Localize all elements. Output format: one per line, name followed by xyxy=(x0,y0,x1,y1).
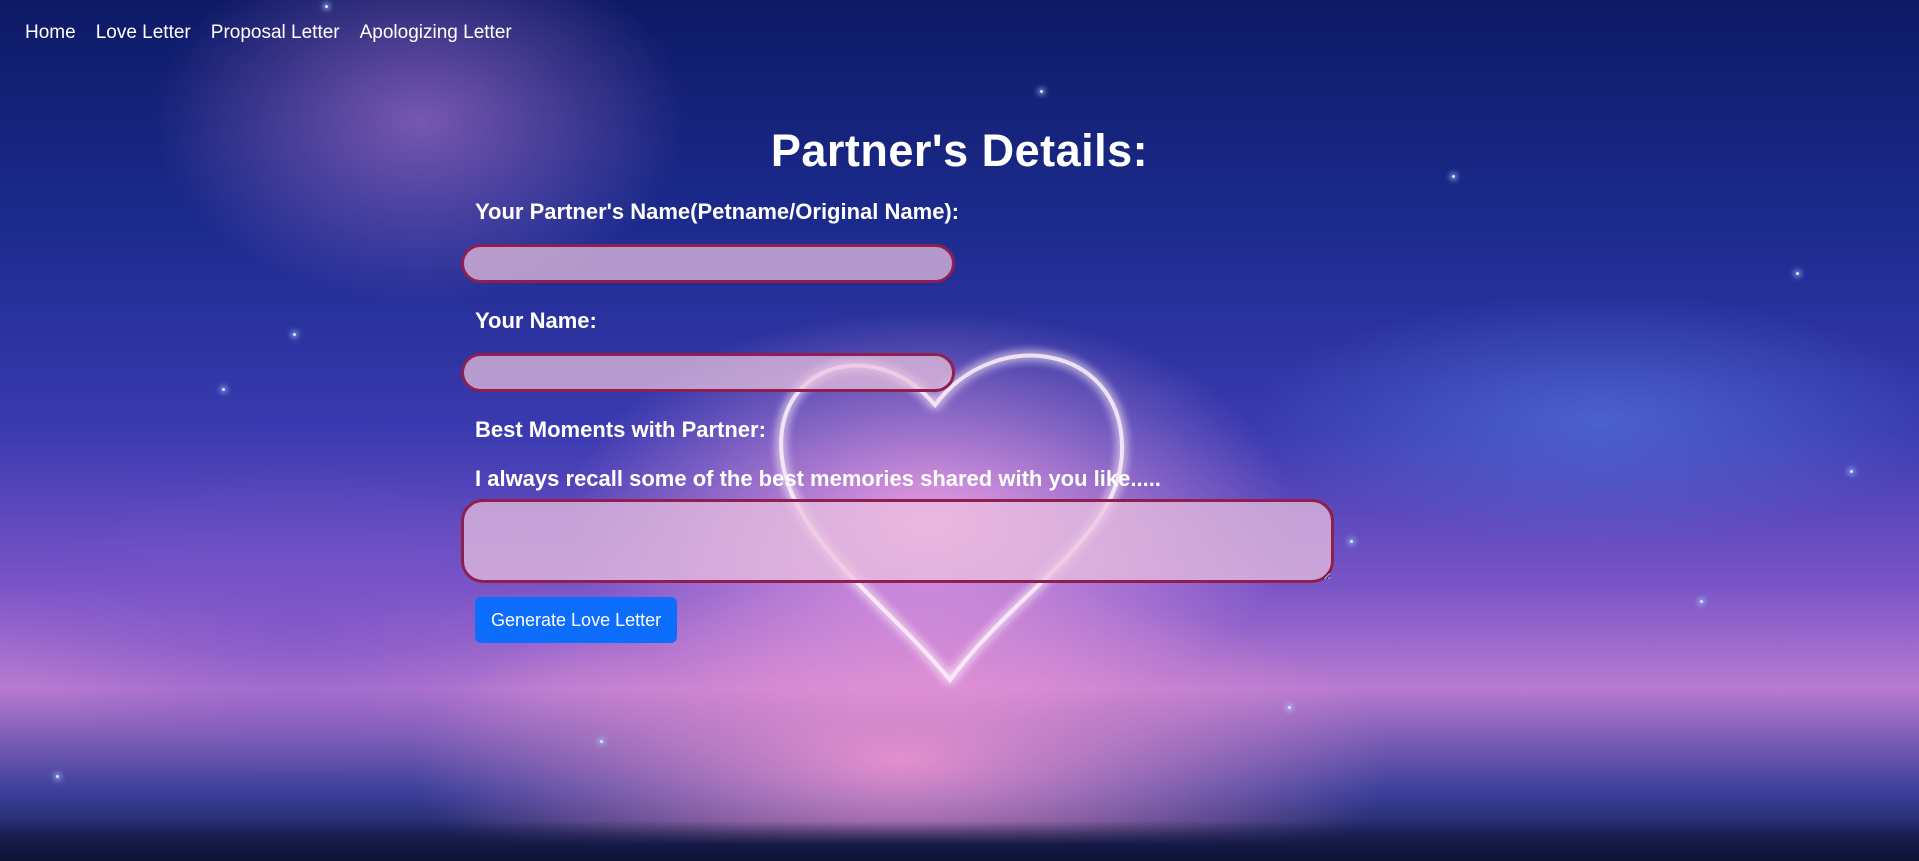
your-name-input[interactable] xyxy=(461,353,955,392)
nav-apologizing-letter-link[interactable]: Apologizing Letter xyxy=(360,22,512,44)
nav-home-link[interactable]: Home xyxy=(25,22,76,44)
star xyxy=(1796,272,1799,275)
memories-prompt: I always recall some of the best memorie… xyxy=(475,466,1161,491)
star xyxy=(1350,540,1353,543)
star xyxy=(1700,600,1703,603)
partner-name-input[interactable] xyxy=(461,244,955,283)
best-moments-label: Best Moments with Partner: xyxy=(475,417,766,442)
star xyxy=(325,5,328,8)
partner-name-label: Your Partner's Name(Petname/Original Nam… xyxy=(475,199,960,224)
star xyxy=(222,388,225,391)
generate-love-letter-button[interactable]: Generate Love Letter xyxy=(475,597,678,643)
star xyxy=(600,740,603,743)
star xyxy=(56,775,59,778)
star xyxy=(1040,90,1043,93)
top-nav: Home Love Letter Proposal Letter Apologi… xyxy=(25,22,512,44)
nav-love-letter-link[interactable]: Love Letter xyxy=(96,22,191,44)
star xyxy=(293,333,296,336)
horizon-silhouette xyxy=(0,821,1919,861)
best-moments-textarea[interactable] xyxy=(461,499,1334,583)
page-title: Partner's Details: xyxy=(770,125,1149,176)
star xyxy=(1288,706,1291,709)
nav-proposal-letter-link[interactable]: Proposal Letter xyxy=(211,22,340,44)
your-name-label: Your Name: xyxy=(475,308,597,333)
star xyxy=(1850,470,1853,473)
